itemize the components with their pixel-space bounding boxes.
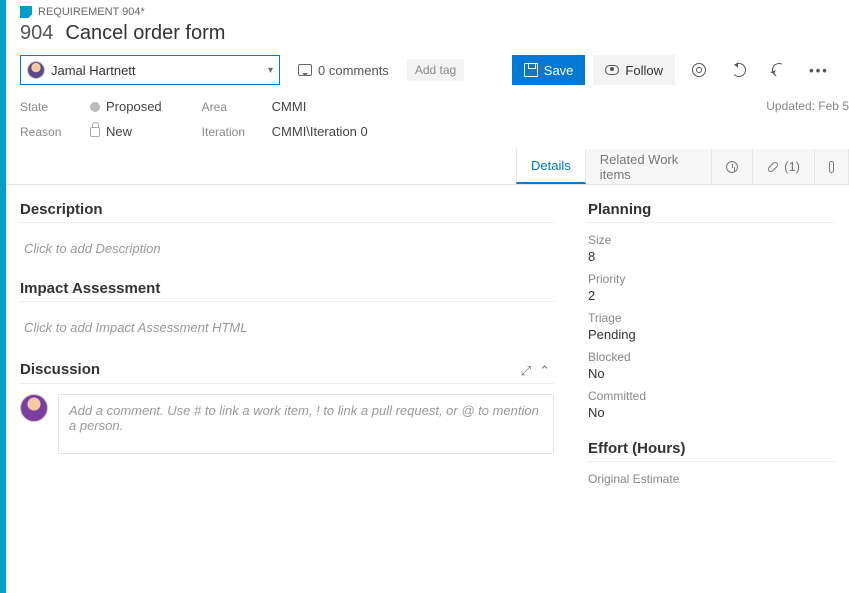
collapse-icon[interactable]: ⌃ xyxy=(535,359,554,383)
work-item-type-label: REQUIREMENT 904* xyxy=(38,6,145,18)
comments-count: 0 comments xyxy=(318,63,389,78)
committed-field[interactable]: No xyxy=(588,405,835,420)
iteration-label: Iteration xyxy=(202,125,272,139)
triage-field[interactable]: Pending xyxy=(588,327,835,342)
work-item-id: 904 xyxy=(20,22,53,45)
tab-history[interactable] xyxy=(712,149,753,184)
original-estimate-label: Original Estimate xyxy=(588,472,835,486)
state-label: State xyxy=(20,100,90,114)
size-field[interactable]: 8 xyxy=(588,249,835,264)
divider xyxy=(588,222,835,223)
undo-button[interactable] xyxy=(763,55,795,85)
divider xyxy=(20,222,554,223)
state-dot-icon xyxy=(90,102,100,112)
more-actions-button[interactable]: ••• xyxy=(803,55,835,85)
fields-col-2: Area CMMI Iteration CMMI\Iteration 0 xyxy=(202,99,368,139)
toolbar: Jamal Hartnett ▾ 0 comments Add tag Save… xyxy=(6,55,849,93)
tabs: Details Related Work items (1) xyxy=(6,149,849,185)
committed-label: Committed xyxy=(588,389,835,403)
link-icon xyxy=(767,160,780,173)
comment-icon xyxy=(298,64,312,76)
accent-bar xyxy=(0,0,6,593)
priority-field[interactable]: 2 xyxy=(588,288,835,303)
tab-related[interactable]: Related Work items xyxy=(586,149,712,184)
area-value: CMMI xyxy=(272,99,307,114)
history-icon xyxy=(726,161,738,173)
settings-button[interactable] xyxy=(683,55,715,85)
work-item-title[interactable]: Cancel order form xyxy=(65,22,225,45)
reason-value: New xyxy=(106,124,132,139)
expand-icon[interactable]: ⤢ xyxy=(517,359,535,383)
iteration-value: CMMI\Iteration 0 xyxy=(272,124,368,139)
reason-field[interactable]: New xyxy=(90,124,162,139)
divider xyxy=(588,461,835,462)
state-value: Proposed xyxy=(106,99,162,114)
attachment-icon xyxy=(829,161,834,173)
comments-button[interactable]: 0 comments xyxy=(288,55,399,85)
divider xyxy=(20,301,554,302)
discussion-header: Discussion ⤢ ⌃ xyxy=(20,359,554,383)
updated-timestamp: Updated: Feb 5 xyxy=(766,99,849,113)
size-label: Size xyxy=(588,233,835,247)
refresh-button[interactable] xyxy=(723,55,755,85)
divider xyxy=(20,383,554,384)
chevron-down-icon: ▾ xyxy=(268,65,273,76)
discussion-box: Add a comment. Use # to link a work item… xyxy=(20,394,554,454)
fields-col-1: State Proposed Reason New xyxy=(20,99,162,139)
planning-title: Planning xyxy=(588,201,835,218)
refresh-icon xyxy=(732,63,746,77)
tab-links[interactable]: (1) xyxy=(753,149,815,184)
assignee-name: Jamal Hartnett xyxy=(51,63,268,78)
save-icon xyxy=(524,63,538,77)
description-title: Description xyxy=(20,201,554,218)
tab-details[interactable]: Details xyxy=(516,149,586,184)
main-columns: Description Click to add Description Imp… xyxy=(6,185,849,486)
breadcrumb: REQUIREMENT 904* xyxy=(6,0,849,20)
iteration-field[interactable]: CMMI\Iteration 0 xyxy=(272,124,368,139)
dots-icon: ••• xyxy=(809,63,829,78)
eye-icon xyxy=(605,65,619,75)
effort-title: Effort (Hours) xyxy=(588,440,835,457)
right-column: Planning Size 8 Priority 2 Triage Pendin… xyxy=(574,185,849,486)
user-avatar-icon xyxy=(20,394,48,422)
assignee-dropdown[interactable]: Jamal Hartnett ▾ xyxy=(20,55,280,85)
save-button[interactable]: Save xyxy=(512,55,586,85)
requirement-icon xyxy=(20,6,32,18)
left-column: Description Click to add Description Imp… xyxy=(6,185,574,486)
area-label: Area xyxy=(202,100,272,114)
description-input[interactable]: Click to add Description xyxy=(20,233,554,280)
impact-input[interactable]: Click to add Impact Assessment HTML xyxy=(20,312,554,359)
fields-area: State Proposed Reason New Area CMMI Iter… xyxy=(6,93,849,149)
triage-label: Triage xyxy=(588,311,835,325)
title-row: 904 Cancel order form xyxy=(6,20,849,55)
undo-icon xyxy=(770,61,788,79)
impact-title: Impact Assessment xyxy=(20,280,554,297)
add-tag-button[interactable]: Add tag xyxy=(407,59,464,81)
lock-icon xyxy=(90,127,100,137)
blocked-label: Blocked xyxy=(588,350,835,364)
tab-attachments[interactable] xyxy=(815,149,849,184)
comment-input[interactable]: Add a comment. Use # to link a work item… xyxy=(58,394,554,454)
priority-label: Priority xyxy=(588,272,835,286)
state-field[interactable]: Proposed xyxy=(90,99,162,114)
discussion-title: Discussion xyxy=(20,361,517,378)
follow-button[interactable]: Follow xyxy=(593,55,675,85)
blocked-field[interactable]: No xyxy=(588,366,835,381)
reason-label: Reason xyxy=(20,125,90,139)
area-field[interactable]: CMMI xyxy=(272,99,368,114)
links-count: (1) xyxy=(784,159,800,174)
save-label: Save xyxy=(544,63,574,78)
gear-icon xyxy=(692,63,706,77)
avatar-icon xyxy=(27,61,45,79)
follow-label: Follow xyxy=(625,63,663,78)
